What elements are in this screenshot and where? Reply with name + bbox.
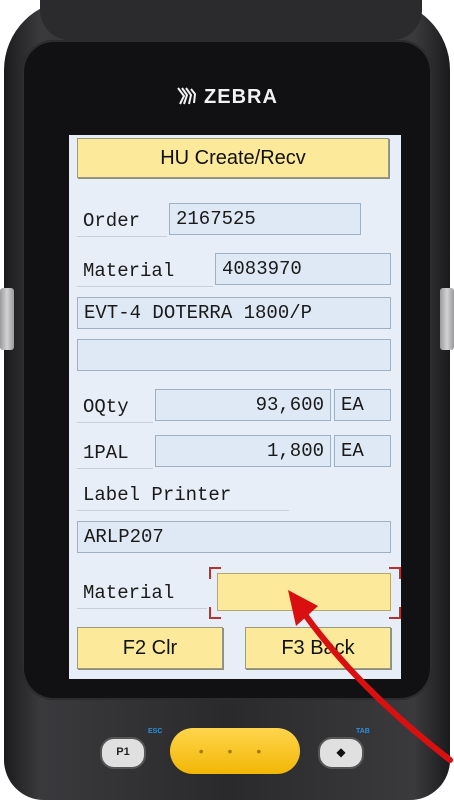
description-field[interactable]: EVT-4 DOTERRA 1800/P <box>77 297 391 329</box>
zebra-head-icon <box>176 86 198 108</box>
label-printer-label: Label Printer <box>77 479 289 511</box>
material-scan-label: Material <box>77 577 207 609</box>
material-field[interactable]: 4083970 <box>215 253 391 285</box>
scan-trigger-key[interactable]: • • • <box>170 728 300 774</box>
order-field[interactable]: 2167525 <box>169 203 361 235</box>
focus-bracket-tl <box>209 567 221 579</box>
hu-create-recv-button[interactable]: HU Create/Recv <box>77 138 389 178</box>
focus-bracket-br <box>389 607 401 619</box>
blank-field[interactable] <box>77 339 391 371</box>
material-label: Material <box>77 255 213 287</box>
focus-bracket-tr <box>389 567 401 579</box>
f3-back-button[interactable]: F3 Back <box>245 627 391 669</box>
tab-key-label: TAB <box>356 728 370 735</box>
order-label: Order <box>77 205 167 237</box>
p1-key[interactable]: P1 <box>100 737 146 769</box>
oqty-label: OQty <box>77 391 153 423</box>
oqty-unit-field[interactable]: EA <box>334 389 391 421</box>
material-scan-input[interactable] <box>217 573 391 611</box>
diamond-key[interactable]: ◆ <box>318 737 364 769</box>
pal-label: 1PAL <box>77 437 153 469</box>
esc-key-label: ESC <box>148 728 163 735</box>
brand-logo: ZEBRA <box>0 86 454 114</box>
oqty-field[interactable]: 93,600 <box>155 389 331 421</box>
device-top <box>40 0 422 40</box>
f2-clear-button[interactable]: F2 Clr <box>77 627 223 669</box>
focus-bracket-bl <box>209 607 221 619</box>
app-screen: HU Create/Recv Order 2167525 Material 40… <box>69 135 401 679</box>
right-side-button[interactable] <box>440 288 454 350</box>
brand-name: ZEBRA <box>204 86 278 108</box>
pal-field[interactable]: 1,800 <box>155 435 331 467</box>
left-side-button[interactable] <box>0 288 14 350</box>
pal-unit-field[interactable]: EA <box>334 435 391 467</box>
printer-field[interactable]: ARLP207 <box>77 521 391 553</box>
